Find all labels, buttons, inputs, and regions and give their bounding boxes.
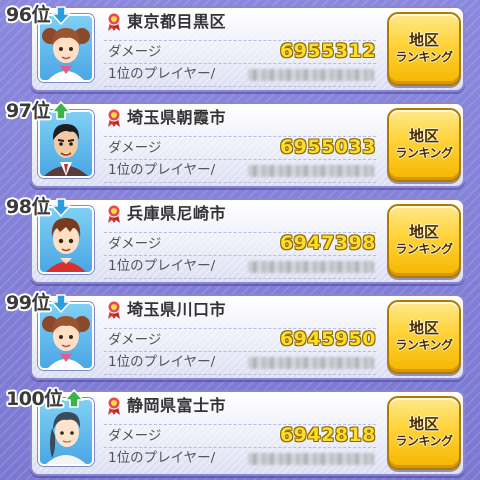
- top-player-label: 1位のプレイヤー/: [108, 258, 216, 274]
- ranking-row: 97位 埼玉県朝霞市 ダメージ 6955033 1位のプレイヤー/ 地区 ランキ…: [0, 96, 480, 192]
- damage-label: ダメージ: [108, 428, 162, 444]
- area-ranking-button[interactable]: 地区 ランキング: [387, 300, 461, 374]
- rank-down-arrow-icon: [51, 6, 71, 25]
- ribbon-icon: [107, 300, 121, 319]
- ribbon-icon: [107, 108, 121, 127]
- area-ranking-button[interactable]: 地区 ランキング: [387, 12, 461, 86]
- location-name: 静岡県富士市: [127, 396, 227, 415]
- divider: [104, 278, 376, 279]
- area-ranking-button[interactable]: 地区 ランキング: [387, 204, 461, 278]
- rank-label: 100位: [6, 384, 84, 414]
- rank-label: 97位: [6, 96, 71, 126]
- area-ranking-button[interactable]: 地区 ランキング: [387, 108, 461, 182]
- top-player-name-blurred: [248, 357, 374, 369]
- divider: [104, 86, 376, 87]
- top-player-name-blurred: [248, 165, 374, 177]
- ranking-row: 96位 東京都目黒区 ダメージ 6955312 1位のプレイヤー/ 地区 ランキ…: [0, 0, 480, 96]
- rank-label: 99位: [6, 288, 71, 318]
- damage-value: 6942818: [279, 424, 376, 446]
- top-player-name-blurred: [248, 261, 374, 273]
- ribbon-icon: [107, 204, 121, 223]
- area-ranking-button[interactable]: 地区 ランキング: [387, 396, 461, 470]
- rank-label: 98位: [6, 192, 71, 222]
- ranking-list: 96位 東京都目黒区 ダメージ 6955312 1位のプレイヤー/ 地区 ランキ…: [0, 0, 480, 480]
- rank-down-arrow-icon: [51, 294, 71, 313]
- ribbon-icon: [107, 12, 121, 31]
- rank-label: 96位: [6, 0, 71, 30]
- damage-value: 6955312: [279, 40, 376, 62]
- top-player-name-blurred: [248, 453, 374, 465]
- divider: [104, 182, 376, 183]
- ranking-row: 99位 埼玉県川口市 ダメージ 6945950 1位のプレイヤー/ 地区 ランキ…: [0, 288, 480, 384]
- damage-label: ダメージ: [108, 140, 162, 156]
- rank-up-arrow-icon: [63, 389, 84, 408]
- top-player-label: 1位のプレイヤー/: [108, 450, 216, 466]
- location-name: 埼玉県川口市: [127, 300, 227, 319]
- top-player-label: 1位のプレイヤー/: [108, 66, 216, 82]
- ranking-row: 98位 兵庫県尼崎市 ダメージ 6947398 1位のプレイヤー/ 地区 ランキ…: [0, 192, 480, 288]
- damage-value: 6955033: [279, 136, 376, 158]
- top-player-label: 1位のプレイヤー/: [108, 162, 216, 178]
- location-name: 兵庫県尼崎市: [127, 204, 227, 223]
- damage-value: 6945950: [279, 328, 376, 350]
- top-player-label: 1位のプレイヤー/: [108, 354, 216, 370]
- rank-down-arrow-icon: [51, 198, 71, 217]
- location-name: 東京都目黒区: [127, 12, 227, 31]
- top-player-name-blurred: [248, 69, 374, 81]
- damage-value: 6947398: [279, 232, 376, 254]
- location-name: 埼玉県朝霞市: [127, 108, 227, 127]
- rank-up-arrow-icon: [51, 101, 71, 120]
- damage-label: ダメージ: [108, 332, 162, 348]
- damage-label: ダメージ: [108, 236, 162, 252]
- ranking-row: 100位 静岡県富士市 ダメージ 6942818 1位のプレイヤー/ 地区 ラン…: [0, 384, 480, 480]
- ribbon-icon: [107, 396, 121, 415]
- damage-label: ダメージ: [108, 44, 162, 60]
- divider: [104, 374, 376, 375]
